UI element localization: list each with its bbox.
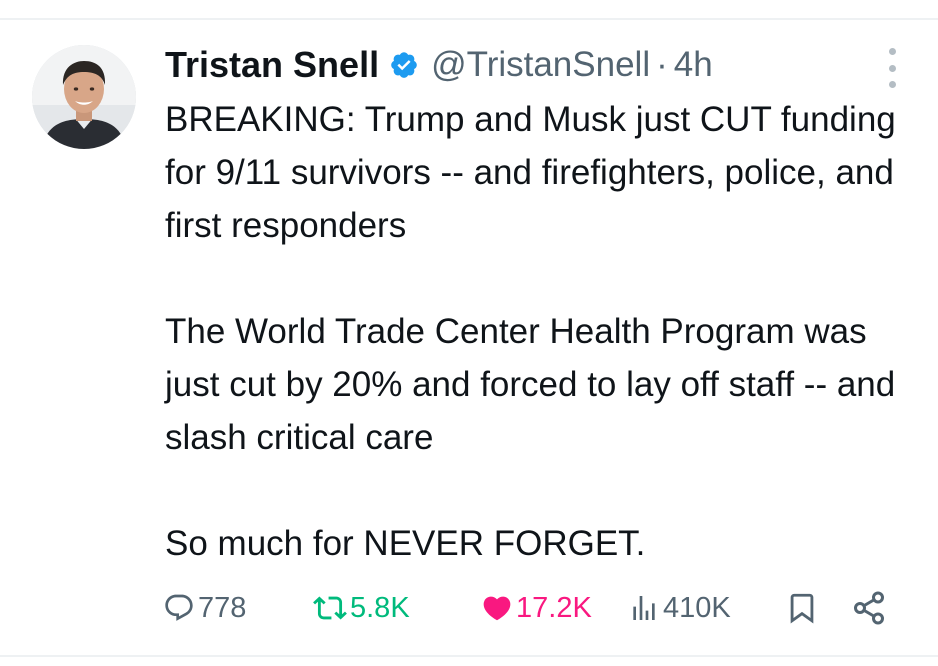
verified-badge-icon xyxy=(389,50,419,80)
share-button[interactable] xyxy=(851,585,890,631)
views-bar-chart-icon xyxy=(628,592,660,624)
tweet-text: BREAKING: Trump and Musk just CUT fundin… xyxy=(165,93,905,570)
bookmark-button[interactable] xyxy=(785,585,822,631)
like-count: 17.2K xyxy=(516,591,592,624)
tweet-paragraph: BREAKING: Trump and Musk just CUT fundin… xyxy=(165,100,896,245)
heart-icon xyxy=(481,592,513,624)
avatar-photo xyxy=(32,45,136,149)
tweet-paragraph: The World Trade Center Health Program wa… xyxy=(165,312,896,457)
bottom-divider xyxy=(0,655,938,657)
reply-count: 778 xyxy=(198,591,247,624)
retweet-icon xyxy=(313,591,347,625)
share-icon xyxy=(851,590,887,626)
reply-button[interactable]: 778 xyxy=(163,585,246,631)
author-handle[interactable]: @TristanSnell xyxy=(431,45,650,85)
like-button[interactable]: 17.2K xyxy=(481,585,592,631)
top-divider xyxy=(0,18,938,20)
reply-bubble-icon xyxy=(163,592,195,624)
tweet-paragraph: So much for NEVER FORGET. xyxy=(165,524,646,563)
author-name[interactable]: Tristan Snell xyxy=(165,44,379,86)
retweet-count: 5.8K xyxy=(350,591,410,624)
avatar[interactable] xyxy=(32,45,136,149)
tweet-header: Tristan Snell @TristanSnell · 4h xyxy=(165,40,713,90)
bookmark-icon xyxy=(785,591,819,625)
views-count: 410K xyxy=(663,591,731,624)
tweet-timestamp[interactable]: 4h xyxy=(674,45,713,85)
more-vertical-icon[interactable] xyxy=(880,48,904,88)
views-button[interactable]: 410K xyxy=(628,585,731,631)
action-bar: 778 5.8K 17.2K 410K xyxy=(163,585,903,631)
retweet-button[interactable]: 5.8K xyxy=(313,585,410,631)
header-separator: · xyxy=(656,45,668,84)
